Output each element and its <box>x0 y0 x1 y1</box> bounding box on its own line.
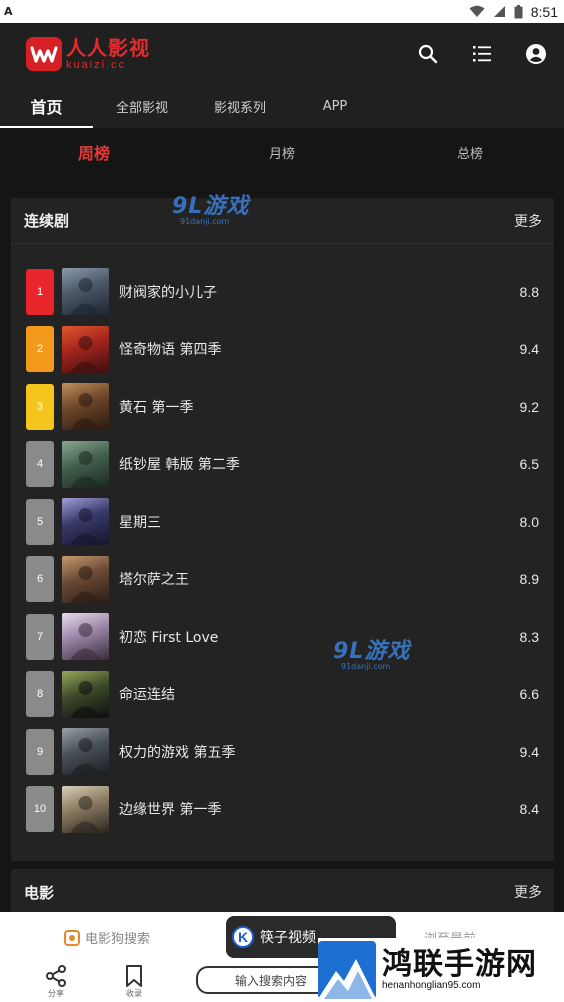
kuaizi-icon: K <box>232 926 254 948</box>
title-label: 星期三 <box>119 514 161 531</box>
score-label: 8.4 <box>519 801 539 818</box>
ranking-row[interactable]: 2 怪奇物语 第四季 9.4 <box>11 321 554 379</box>
battery-icon <box>514 4 523 18</box>
poster-image <box>62 728 109 776</box>
title-label: 边缘世界 第一季 <box>119 802 222 819</box>
share-button[interactable]: 分享 <box>44 964 68 999</box>
rank-badge: 6 <box>26 556 54 603</box>
tab-weekly[interactable]: 周榜 <box>0 128 188 176</box>
poster-image <box>62 325 109 373</box>
section-title: 电影 <box>24 883 55 902</box>
site-watermark: 鸿联手游网 henanhonglian95.com <box>318 938 564 1002</box>
brand-logo-icon <box>318 941 376 999</box>
poster-image <box>62 498 109 546</box>
tab-home[interactable]: 首页 <box>0 85 93 128</box>
ranking-row[interactable]: 1 财阀家的小儿子 8.8 <box>11 263 554 321</box>
ranking-row[interactable]: 8 命运连结 6.6 <box>11 666 554 724</box>
ranking-tabs: 周榜 月榜 总榜 <box>0 128 564 176</box>
rank-badge: 5 <box>26 498 54 545</box>
poster-image <box>62 670 109 718</box>
app-header: 人人影视 kuaizi.cc <box>0 23 564 85</box>
poster-image <box>62 383 109 431</box>
watermark: 9L游戏 91danji.com <box>333 639 411 671</box>
more-link[interactable]: 更多 <box>514 211 542 231</box>
ranking-row[interactable]: 3 黄石 第一季 9.2 <box>11 378 554 436</box>
score-label: 8.9 <box>519 571 539 588</box>
title-label: 塔尔萨之王 <box>119 572 189 589</box>
watermark: 9L游戏 91danji.com <box>172 194 250 226</box>
rank-badge: 9 <box>26 728 54 775</box>
ranking-row[interactable]: 4 纸钞屋 韩版 第二季 6.5 <box>11 436 554 494</box>
poster-image <box>62 440 109 488</box>
ranking-row[interactable]: 5 星期三 8.0 <box>11 493 554 551</box>
tab-all-videos[interactable]: 全部影视 <box>93 85 191 128</box>
status-bar: A 8:51 <box>0 0 564 23</box>
score-label: 8.3 <box>519 628 539 645</box>
brand-name: 鸿联手游网 <box>382 946 537 982</box>
search-app-link[interactable]: 电影狗搜索 <box>64 928 150 947</box>
account-icon[interactable] <box>524 42 548 66</box>
wifi-icon <box>469 5 485 17</box>
ranking-row[interactable]: 6 塔尔萨之王 8.9 <box>11 551 554 609</box>
rank-badge: 7 <box>26 613 54 660</box>
logo-title: 人人影视 <box>66 35 150 60</box>
title-label: 命运连结 <box>119 687 175 704</box>
logo-domain: kuaizi.cc <box>66 58 127 71</box>
ranking-row[interactable]: 9 权力的游戏 第五季 9.4 <box>11 723 554 781</box>
more-link[interactable]: 更多 <box>514 882 542 902</box>
ranking-row[interactable]: 10 边缘世界 第一季 8.4 <box>11 781 554 839</box>
tab-app[interactable]: APP <box>289 85 381 128</box>
app-logo[interactable]: 人人影视 kuaizi.cc <box>26 37 150 71</box>
list-icon[interactable] <box>470 42 494 66</box>
ranking-row[interactable]: 7 初恋 First Love 8.3 <box>11 608 554 666</box>
title-label: 怪奇物语 第四季 <box>119 342 222 359</box>
ranking-list: 1 财阀家的小儿子 8.8 2 怪奇物语 第四季 9.4 3 黄石 第一季 9.2 4 纸钞屋 韩版… <box>11 244 554 838</box>
title-label: 财阀家的小儿子 <box>119 284 217 301</box>
clock: 8:51 <box>530 3 558 20</box>
tab-monthly[interactable]: 月榜 <box>188 128 376 176</box>
notification-icon: A <box>4 5 13 18</box>
score-label: 9.2 <box>519 398 539 415</box>
poster-image <box>62 613 109 661</box>
score-label: 8.8 <box>519 283 539 300</box>
title-label: 初恋 First Love <box>119 629 219 646</box>
rank-badge: 2 <box>26 326 54 373</box>
series-ranking-card: 连续剧 更多 1 财阀家的小儿子 8.8 2 怪奇物语 第四季 9.4 3 黄石 第一季 9.2… <box>11 198 554 861</box>
tab-series[interactable]: 影视系列 <box>191 85 289 128</box>
title-label: 纸钞屋 韩版 第二季 <box>119 457 240 474</box>
signal-icon <box>493 6 505 17</box>
section-title: 连续剧 <box>24 212 70 230</box>
search-icon[interactable] <box>416 42 440 66</box>
title-label: 权力的游戏 第五季 <box>119 744 236 761</box>
score-label: 6.6 <box>519 686 539 703</box>
bookmark-button[interactable]: 收录 <box>124 964 144 999</box>
poster-image <box>62 268 109 316</box>
score-label: 9.4 <box>519 743 539 760</box>
score-label: 9.4 <box>519 341 539 358</box>
rank-badge: 8 <box>26 671 54 718</box>
poster-image <box>62 555 109 603</box>
rank-badge: 10 <box>26 786 54 833</box>
poster-image <box>62 785 109 833</box>
rank-badge: 1 <box>26 268 54 315</box>
bookmark-icon <box>126 965 142 987</box>
main-tabs: 首页 全部影视 影视系列 APP <box>0 85 564 128</box>
brand-url: henanhonglian95.com <box>382 980 481 992</box>
dog-search-icon <box>64 929 80 946</box>
score-label: 8.0 <box>519 513 539 530</box>
title-label: 黄石 第一季 <box>119 399 194 416</box>
tab-overall[interactable]: 总榜 <box>376 128 564 176</box>
rank-badge: 3 <box>26 383 54 430</box>
score-label: 6.5 <box>519 456 539 473</box>
rank-badge: 4 <box>26 441 54 488</box>
share-icon <box>46 965 66 987</box>
logo-mark-icon <box>26 37 62 71</box>
